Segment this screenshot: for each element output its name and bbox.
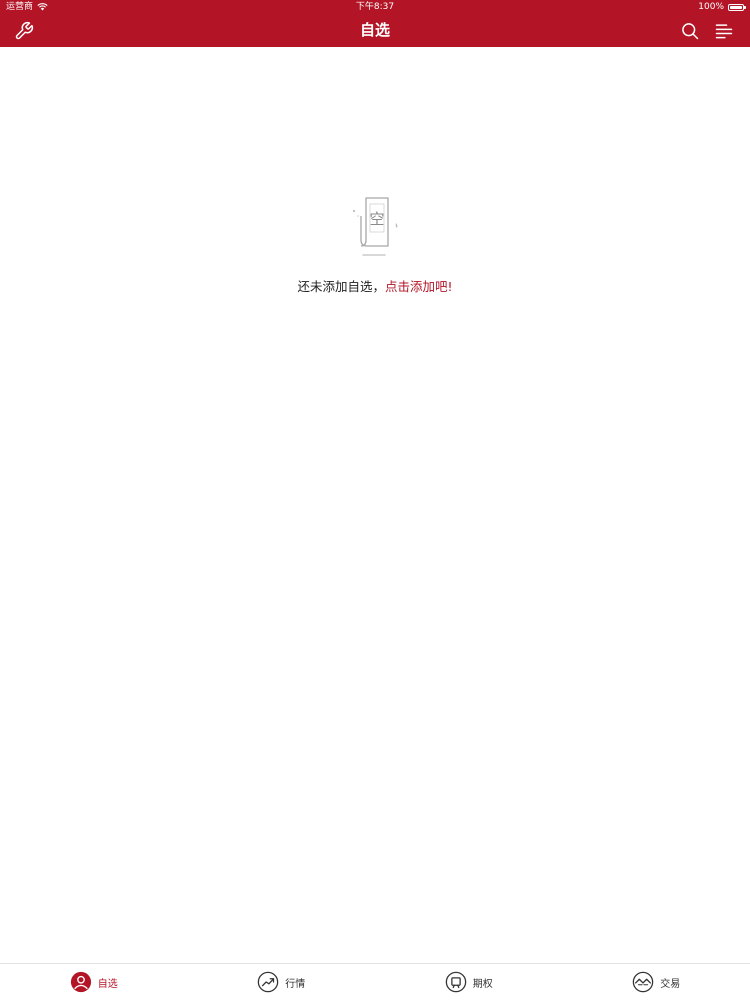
search-icon [682, 23, 699, 40]
options-icon [445, 971, 467, 993]
empty-state: 空 还未添加自选，点击添加吧! [0, 190, 750, 295]
tab-watchlist-label: 自选 [97, 978, 118, 990]
tab-market-label: 行情 [285, 978, 306, 990]
menu-icon [715, 24, 733, 39]
empty-char: 空 [369, 210, 384, 228]
battery-percent: 100% [698, 2, 724, 12]
status-time: 下午8:37 [355, 2, 395, 12]
tab-options-label: 期权 [472, 978, 493, 990]
add-watchlist-link[interactable]: 点击添加吧! [385, 279, 453, 294]
user-circle-icon [70, 971, 91, 993]
exchange-icon [632, 971, 654, 993]
tab-watchlist[interactable]: 自选 [0, 964, 188, 1000]
empty-document-icon: 空 [352, 197, 398, 256]
tab-market[interactable]: 行情 [188, 964, 376, 1000]
tab-trade-label: 交易 [660, 978, 681, 990]
app-screen: 运营商 下午8:37 100% 自选 空 还未添加自选，点击添加吧! 自选 行情… [0, 0, 750, 1000]
trend-icon [257, 971, 279, 993]
battery-fill [730, 5, 742, 9]
menu-button[interactable] [712, 19, 736, 43]
page-title: 自选 [359, 21, 390, 39]
battery-icon [728, 3, 746, 11]
status-right: 100% [698, 0, 746, 14]
app-header: 运营商 下午8:37 100% 自选 [0, 0, 750, 47]
tab-bar: 自选 行情 期权 交易 [0, 963, 750, 1000]
tab-trade[interactable]: 交易 [563, 964, 750, 1000]
empty-message-text: 还未添加自选， [297, 279, 385, 294]
tab-options[interactable]: 期权 [375, 964, 563, 1000]
empty-message: 还未添加自选，点击添加吧! [297, 276, 452, 295]
status-bar: 运营商 下午8:37 100% [0, 0, 750, 14]
search-button[interactable] [678, 19, 702, 43]
nav-bar: 自选 [0, 14, 750, 47]
